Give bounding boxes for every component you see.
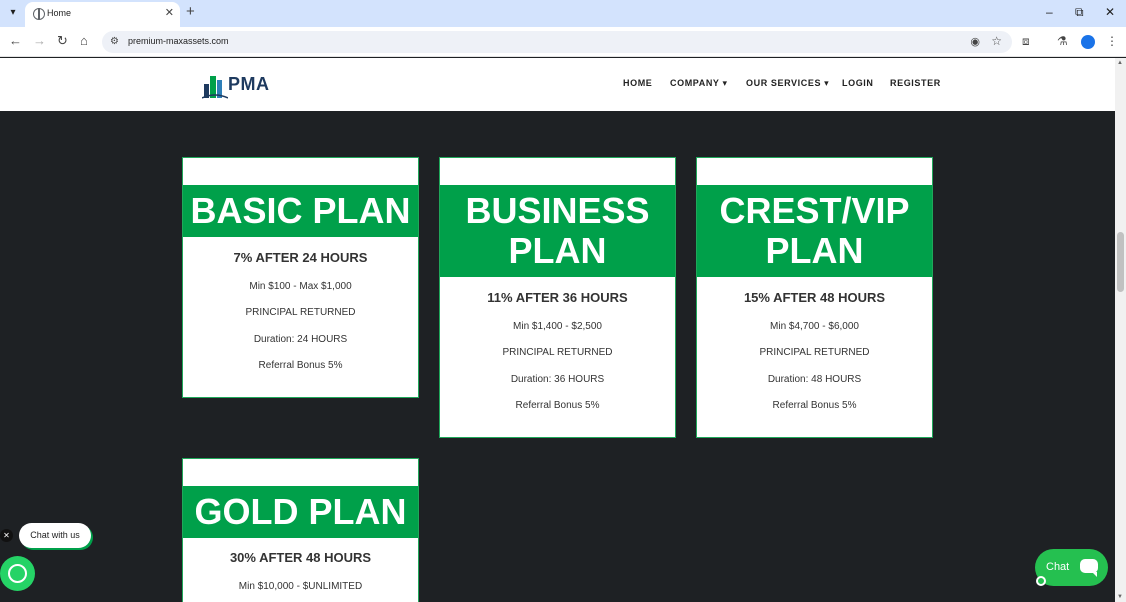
plan-referral: Referral Bonus 5% [772,400,857,411]
nav-company-label: COMPANY [670,78,720,88]
building-logo-icon [201,76,229,99]
chat-with-us-bubble[interactable]: Chat with us [19,523,91,548]
chat-bubble-close-icon[interactable]: ✕ [0,529,13,542]
browser-tab-bar: ▾ Home ✕ + – ⧉ ✕ [0,0,1126,27]
plan-card-crest-vip: CREST/VIP PLAN 15% AFTER 48 HOURS Min $4… [696,157,933,438]
profile-avatar-icon[interactable] [1081,35,1095,49]
plan-principal: PRINCIPAL RETURNED [759,347,870,358]
url-text[interactable]: premium-maxassets.com [128,36,229,46]
plan-duration: Duration: 36 HOURS [510,374,605,385]
plan-title-band: BUSINESS PLAN [440,185,675,277]
plan-principal: PRINCIPAL RETURNED [245,307,356,318]
globe-icon [33,8,45,20]
plan-rate: 15% AFTER 48 HOURS [743,290,886,305]
address-bar[interactable]: ⚙ premium-maxassets.com ◉ ☆ [102,31,1012,53]
nav-services-label: OUR SERVICES [746,78,822,88]
labs-flask-icon[interactable]: ⚗ [1057,34,1068,48]
site-header: PMA HOME COMPANY ▾ OUR SERVICES ▾ LOGIN … [0,58,1115,111]
plan-rate: 7% AFTER 24 HOURS [233,250,368,265]
logo-text: PMA [228,74,270,94]
plan-referral: Referral Bonus 5% [515,400,600,411]
plan-title-line1: BUSINESS [465,190,650,231]
plan-card-business: BUSINESS PLAN 11% AFTER 36 HOURS Min $1,… [439,157,676,438]
plan-card-gold: GOLD PLAN 30% AFTER 48 HOURS Min $10,000… [182,458,419,602]
chevron-down-icon: ▾ [824,78,830,88]
plan-title-line2: PLAN [765,230,864,271]
plan-title: BASIC PLAN [190,190,411,231]
plan-title-band: GOLD PLAN [183,486,418,538]
reload-icon[interactable]: ↻ [57,33,68,49]
more-menu-icon[interactable]: ⋮ [1106,34,1118,48]
tab-title: Home [47,8,72,18]
browser-tab[interactable]: Home ✕ [25,2,180,27]
nav-home[interactable]: HOME [623,78,652,88]
tab-search-icon[interactable]: ▾ [5,5,21,21]
plan-range: Min $1,400 - $2,500 [513,321,602,332]
eye-off-icon[interactable]: ◉ [970,35,980,48]
plan-rate: 30% AFTER 48 HOURS [229,550,372,565]
close-tab-icon[interactable]: ✕ [165,6,174,19]
whatsapp-button[interactable] [0,556,35,591]
nav-login[interactable]: LOGIN [842,78,874,88]
plan-title-line2: PLAN [508,230,607,271]
chevron-down-icon: ▾ [722,78,728,88]
plan-range: Min $10,000 - $UNLIMITED [238,581,363,592]
plan-title-line1: CREST/VIP [719,190,910,231]
back-arrow-icon[interactable]: ← [9,33,22,49]
chat-speech-icon [1080,559,1098,577]
page-scrollbar[interactable]: ▲ ▼ [1115,58,1126,602]
plan-range: Min $4,700 - $6,000 [770,321,859,332]
plan-duration: Duration: 48 HOURS [767,374,862,385]
scroll-down-icon[interactable]: ▼ [1117,594,1123,600]
nav-services[interactable]: OUR SERVICES ▾ [746,78,829,89]
site-logo[interactable]: PMA [201,70,282,100]
plan-title-band: CREST/VIP PLAN [697,185,932,277]
forward-arrow-icon[interactable]: → [33,33,46,49]
plan-range: Min $100 - Max $1,000 [249,281,352,292]
home-icon[interactable]: ⌂ [80,33,88,49]
scrollbar-thumb[interactable] [1117,232,1124,292]
browser-toolbar: ← → ↻ ⌂ ⚙ premium-maxassets.com ◉ ☆ ⧈ ⚗ … [0,27,1126,57]
bookmark-star-icon[interactable]: ☆ [991,34,1002,48]
nav-register[interactable]: REGISTER [890,78,941,88]
plan-title: GOLD PLAN [194,491,407,532]
whatsapp-icon [8,564,27,583]
minimize-icon[interactable]: – [1046,5,1053,19]
plan-card-basic: BASIC PLAN 7% AFTER 24 HOURS Min $100 - … [182,157,419,398]
close-window-icon[interactable]: ✕ [1105,5,1115,19]
plan-title-band: BASIC PLAN [183,185,418,237]
restore-icon[interactable]: ⧉ [1075,5,1084,19]
online-status-dot [1036,576,1046,586]
scroll-up-icon[interactable]: ▲ [1117,60,1123,66]
plan-referral: Referral Bonus 5% [258,360,343,371]
nav-company[interactable]: COMPANY ▾ [670,78,728,89]
extensions-icon[interactable]: ⧈ [1022,34,1030,48]
plan-principal: PRINCIPAL RETURNED [502,347,613,358]
new-tab-button[interactable]: + [186,4,195,20]
site-info-icon[interactable]: ⚙ [110,36,119,47]
plan-rate: 11% AFTER 36 HOURS [487,290,628,305]
chat-button-label: Chat [1046,561,1070,573]
plan-duration: Duration: 24 HOURS [253,334,348,345]
